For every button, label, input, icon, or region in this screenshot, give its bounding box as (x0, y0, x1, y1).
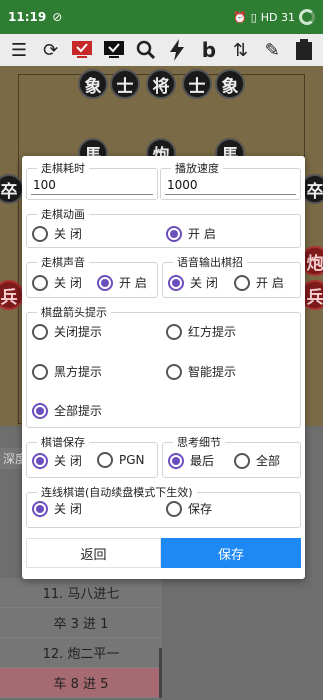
radio-icon (32, 323, 48, 340)
radio-icon (166, 323, 182, 340)
play-speed-group: 播放速度 (160, 160, 301, 200)
vibrate-icon: ▯ (250, 10, 257, 24)
radio-label: 关 闭 (54, 454, 82, 468)
radio-label: PGN (119, 453, 145, 467)
sound-label: 走棋声音 (41, 256, 85, 269)
battery-icon (299, 9, 315, 25)
list-item[interactable]: 车 8 进 5 (0, 668, 162, 698)
back-button[interactable]: 返回 (26, 538, 161, 568)
radio-label: 全部 (256, 454, 281, 468)
detail-all-radio[interactable]: 全部 (234, 452, 280, 469)
arrow-black-radio[interactable]: 黑方提示 (32, 363, 102, 380)
radio-label: 开 启 (119, 276, 147, 290)
online-save-radio[interactable]: 保存 (166, 500, 212, 517)
radio-label: 黑方提示 (54, 365, 103, 379)
radio-icon (32, 274, 48, 291)
list-item[interactable]: 12. 炮二平一 (0, 638, 162, 668)
animation-on-radio[interactable]: 开 启 (166, 225, 216, 242)
think-detail-label: 思考细节 (177, 436, 221, 449)
move-time-input[interactable] (31, 175, 153, 195)
radio-icon (234, 274, 250, 291)
piece: 象 (78, 69, 108, 99)
clipboard-icon[interactable] (291, 37, 317, 63)
piece: 象 (215, 69, 245, 99)
piece: 士 (110, 69, 140, 99)
arrow-smart-radio[interactable]: 智能提示 (166, 363, 236, 380)
voice-off-radio[interactable]: 关 闭 (168, 274, 218, 291)
radio-label: 关闭提示 (54, 325, 103, 339)
radio-icon (97, 452, 113, 468)
radio-icon (168, 452, 184, 469)
refresh-icon[interactable]: ⟳ (38, 37, 64, 63)
record-off-radio[interactable]: 关 闭 (32, 452, 82, 469)
status-time: 11:19 (8, 10, 47, 24)
play-speed-label: 播放速度 (175, 162, 219, 175)
radio-icon (32, 363, 48, 380)
sync-icon: ⊘ (52, 10, 63, 24)
radio-icon (166, 363, 182, 380)
radio-icon (32, 500, 48, 517)
online-off-radio[interactable]: 关 闭 (32, 500, 82, 517)
sound-off-radio[interactable]: 关 闭 (32, 274, 82, 291)
search-icon[interactable] (133, 37, 159, 63)
red-check-icon[interactable] (69, 37, 95, 63)
online-record-label: 连线棋谱(自动续盘模式下生效) (41, 486, 193, 499)
scrollbar[interactable] (159, 648, 162, 698)
piece: 将 (146, 69, 176, 99)
voice-on-radio[interactable]: 开 启 (234, 274, 284, 291)
move-time-group: 走棋耗时 (26, 160, 158, 200)
list-item[interactable]: 11. 马八进七 (0, 578, 162, 608)
signal-text: HD 31 (260, 10, 295, 24)
radio-icon (97, 274, 113, 291)
record-save-label: 棋谱保存 (41, 436, 85, 449)
black-check-icon[interactable] (101, 37, 127, 63)
radio-icon (234, 452, 250, 469)
radio-label: 红方提示 (188, 325, 237, 339)
arrow-red-radio[interactable]: 红方提示 (166, 323, 236, 340)
alarm-icon: ⏰ (232, 10, 247, 24)
radio-label: 最后 (190, 454, 215, 468)
radio-label: 开 启 (256, 276, 284, 290)
animation-label: 走棋动画 (41, 208, 85, 221)
radio-icon (32, 225, 48, 242)
detail-last-radio[interactable]: 最后 (168, 452, 214, 469)
radio-label: 关 闭 (54, 502, 82, 516)
piece: 士 (182, 69, 212, 99)
radio-label: 关 闭 (54, 227, 82, 241)
radio-icon (166, 500, 182, 517)
radio-label: 关 闭 (54, 276, 82, 290)
arrow-hint-label: 棋盘箭头提示 (41, 306, 107, 319)
settings-dialog: 走棋耗时 播放速度 走棋动画 关 闭 开 启 走棋声音 关 闭 开 启 语音输出… (22, 156, 305, 579)
record-pgn-radio[interactable]: PGN (97, 452, 145, 468)
b-icon[interactable]: b (196, 37, 222, 63)
radio-label: 智能提示 (188, 365, 237, 379)
edit-icon[interactable]: ✎ (259, 37, 285, 63)
play-speed-input[interactable] (165, 175, 296, 195)
arrow-off-radio[interactable]: 关闭提示 (32, 323, 102, 340)
status-bar: 11:19 ⊘ ⏰ ▯ HD 31 (0, 0, 323, 34)
radio-icon (32, 402, 48, 419)
radio-label: 开 启 (188, 227, 216, 241)
menu-icon[interactable]: ☰ (6, 37, 32, 63)
toolbar: ☰ ⟳ b ⇅ ✎ (0, 34, 323, 66)
lightning-icon[interactable] (164, 37, 190, 63)
move-time-label: 走棋耗时 (41, 162, 85, 175)
radio-icon (166, 225, 182, 242)
dialog-buttons: 返回 保存 (26, 538, 301, 568)
voice-label: 语音输出棋招 (177, 256, 243, 269)
list-item[interactable]: 卒 3 进 1 (0, 608, 162, 638)
move-list: 11. 马八进七 卒 3 进 1 12. 炮二平一 车 8 进 5 (0, 578, 162, 698)
animation-off-radio[interactable]: 关 闭 (32, 225, 82, 242)
radio-icon (32, 452, 48, 469)
radio-label: 保存 (188, 502, 213, 516)
radio-label: 关 闭 (190, 276, 218, 290)
save-button[interactable]: 保存 (161, 538, 301, 568)
radio-label: 全部提示 (54, 404, 103, 418)
radio-icon (168, 274, 184, 291)
swap-icon[interactable]: ⇅ (228, 37, 254, 63)
sound-on-radio[interactable]: 开 启 (97, 274, 147, 291)
arrow-all-radio[interactable]: 全部提示 (32, 402, 102, 419)
